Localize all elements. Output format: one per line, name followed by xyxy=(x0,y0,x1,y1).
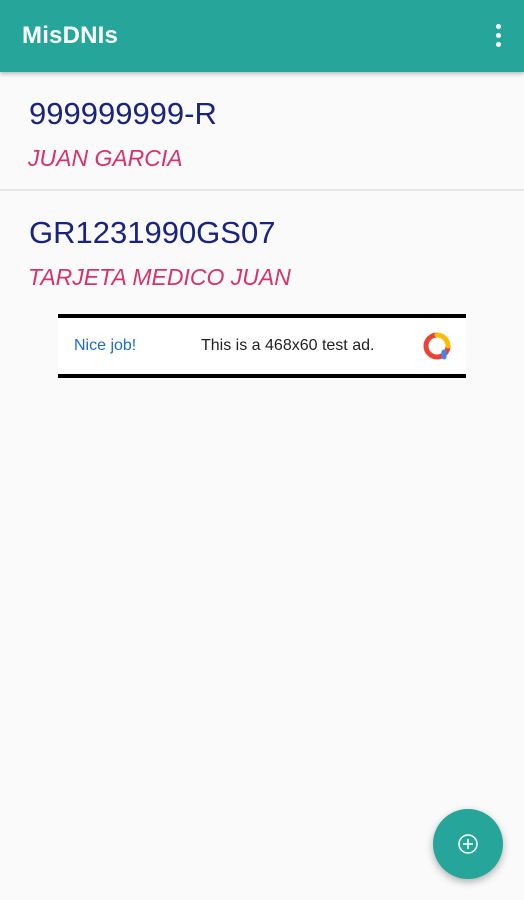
document-name: JUAN GARCIA xyxy=(28,145,183,171)
app-title: MisDNIs xyxy=(22,22,119,49)
document-number: GR1231990GS07 xyxy=(29,215,276,250)
document-list: 999999999-R JUAN GARCIA GR1231990GS07 TA… xyxy=(0,72,524,308)
add-circle-icon xyxy=(458,834,478,854)
ad-logo-icon xyxy=(423,332,451,360)
document-number: 999999999-R xyxy=(29,96,217,131)
ad-left-text: Nice job! xyxy=(74,337,137,354)
ad-right-text: This is a 468x60 test ad. xyxy=(201,337,375,354)
app-root: MisDNIs 999999999-R JUAN GARCIA GR123199… xyxy=(0,0,524,900)
add-button[interactable] xyxy=(433,809,503,879)
list-item[interactable]: 999999999-R JUAN GARCIA xyxy=(0,72,524,191)
document-name: TARJETA MEDICO JUAN xyxy=(28,264,291,290)
ad-banner[interactable]: Nice job! This is a 468x60 test ad. xyxy=(58,314,466,378)
list-item[interactable]: GR1231990GS07 TARJETA MEDICO JUAN xyxy=(0,191,524,308)
more-vert-icon[interactable] xyxy=(488,24,508,50)
app-bar: MisDNIs xyxy=(0,0,524,72)
